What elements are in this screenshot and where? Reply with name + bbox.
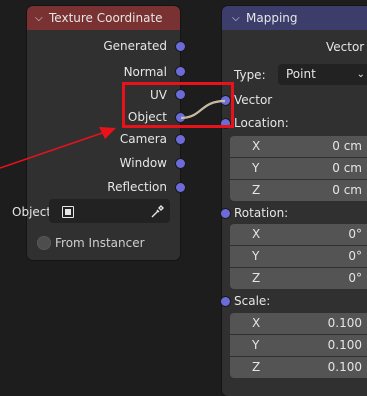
red-arrow-line bbox=[0, 130, 109, 169]
annotation-overlay bbox=[0, 99, 226, 169]
highlight-box bbox=[122, 82, 234, 128]
